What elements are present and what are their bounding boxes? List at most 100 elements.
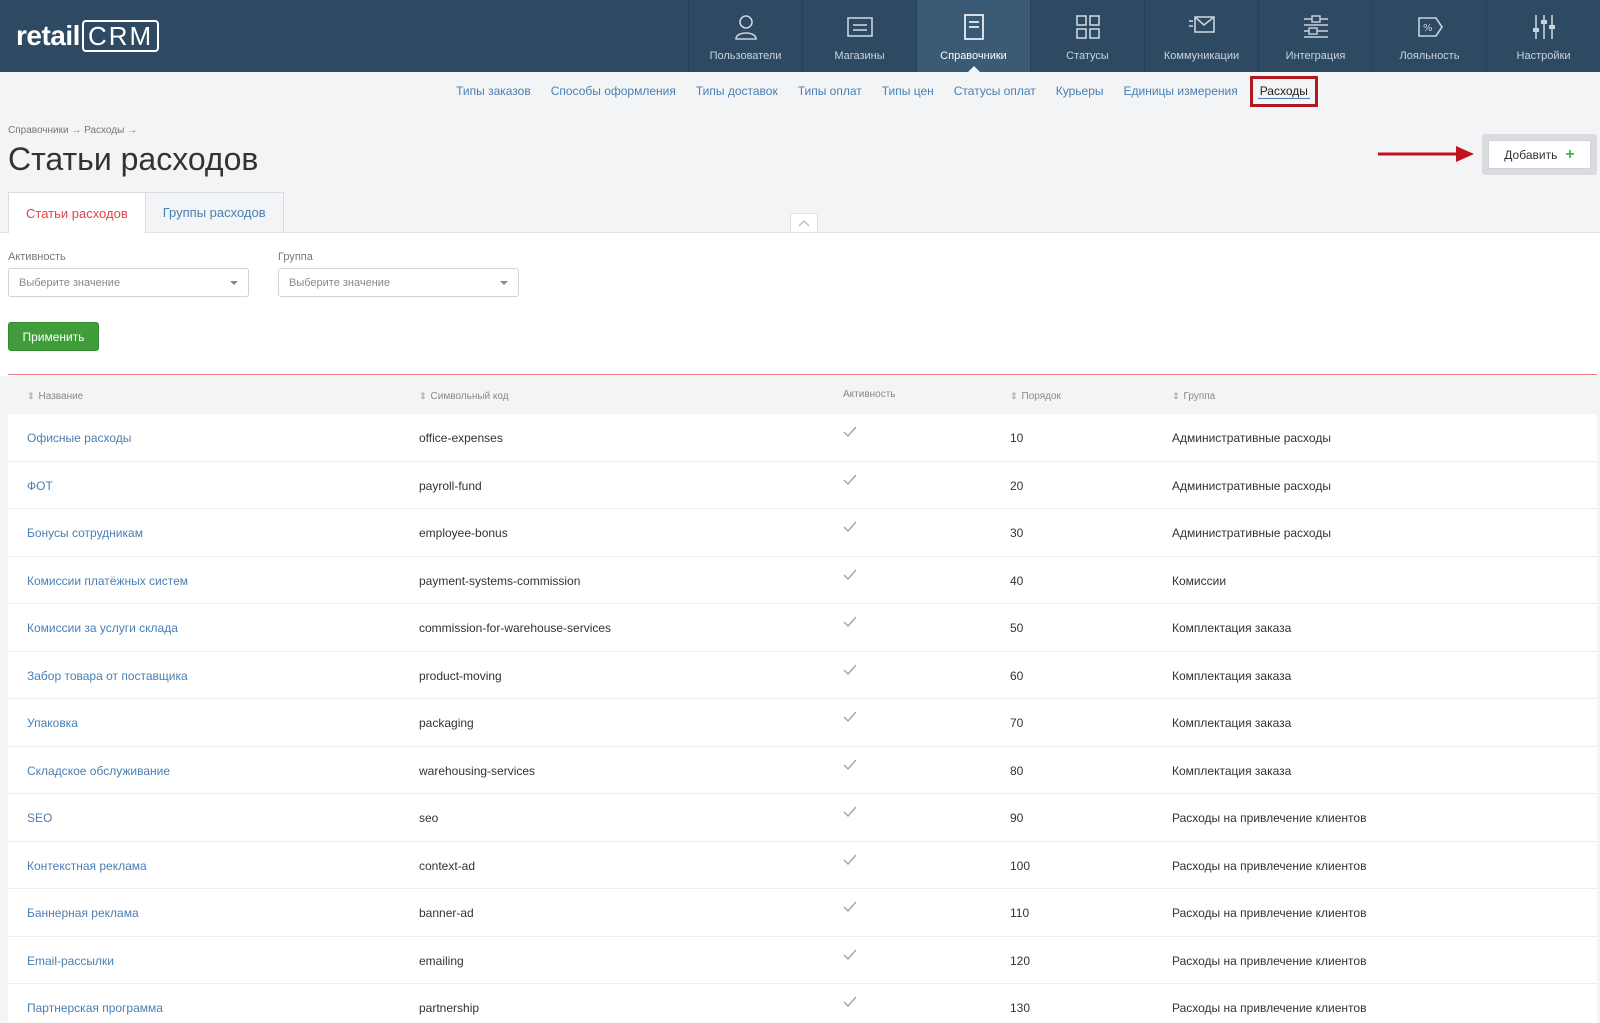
page-title: Статьи расходов [8, 141, 259, 177]
communications-icon [1188, 16, 1215, 33]
expense-name-link[interactable]: Бонусы сотрудникам [27, 526, 143, 540]
nav-item-statuses[interactable]: Статусы [1030, 0, 1144, 72]
tabs: Статьи расходов Группы расходов [8, 192, 284, 233]
nav-item-loyalty[interactable]: % Лояльность [1372, 0, 1486, 72]
retailcrm-logo[interactable]: retail CRM [16, 18, 160, 54]
expense-name-link[interactable]: Комиссии за услуги склада [27, 621, 178, 635]
expense-order: 50 [1010, 621, 1024, 635]
subnav-link[interactable]: Статусы оплат [954, 84, 1036, 98]
active-check-icon [843, 521, 857, 536]
nav-item-label: Магазины [834, 50, 885, 62]
user-icon [734, 15, 757, 40]
loyalty-icon: % [1417, 17, 1443, 37]
active-check-icon [843, 664, 857, 679]
active-check-icon [843, 996, 857, 1011]
subnav-link[interactable]: Расходы [1249, 75, 1318, 107]
nav-item-label: Пользователи [709, 50, 782, 62]
expense-name-link[interactable]: Складское обслуживание [27, 764, 170, 778]
expense-group: Расходы на привлечение клиентов [1172, 858, 1367, 873]
nav-item-store[interactable]: Магазины [802, 0, 916, 72]
nav-item-label: Лояльность [1399, 50, 1460, 62]
subnav-link[interactable]: Единицы измерения [1124, 84, 1238, 98]
table-header: ⇕ Название ⇕ Символьный код Активность ⇕ По… [8, 380, 1597, 414]
expense-name-link[interactable]: Контекстная реклама [27, 859, 147, 873]
subnav-links: Типы заказов Способы оформления Типы доста… [456, 75, 1318, 107]
column-header-order-label: Порядок [1021, 391, 1061, 402]
expense-code: warehousing-services [419, 763, 536, 778]
column-header-order[interactable]: ⇕ Порядок [1010, 391, 1061, 402]
expense-name-link[interactable]: Забор товара от поставщика [27, 669, 188, 683]
tab-expense-items[interactable]: Статьи расходов [8, 192, 146, 233]
column-header-group-label: Группа [1183, 391, 1216, 402]
table-row: Email-рассылки emailing 120 Расходы на прив… [8, 936, 1597, 984]
settings-sliders-icon [1532, 15, 1555, 39]
column-header-name[interactable]: ⇕ Название [27, 391, 83, 402]
nav-item-communications[interactable]: Коммуникации [1144, 0, 1258, 72]
active-check-icon [843, 759, 857, 774]
activity-select[interactable]: Выберите значение [8, 268, 249, 297]
nav-item-user[interactable]: Пользователи [688, 0, 802, 72]
group-select[interactable]: Выберите значение [278, 268, 519, 297]
expense-group: Расходы на привлечение клиентов [1172, 1001, 1367, 1015]
active-check-icon [843, 711, 857, 726]
subnav-link[interactable]: Типы заказов [456, 84, 531, 98]
filter-panel: Активность Выберите значение Группа Выбе… [0, 232, 1600, 376]
expense-code: packaging [419, 716, 474, 730]
expense-group: Расходы на привлечение клиентов [1172, 953, 1367, 968]
subnav-link[interactable]: Типы цен [882, 84, 934, 98]
column-header-active: Активность [843, 389, 896, 400]
subnav-link[interactable]: Курьеры [1056, 84, 1104, 98]
nav-item-settings-sliders[interactable]: Настройки [1486, 0, 1600, 72]
column-header-name-label: Название [38, 391, 84, 402]
table-row: Бонусы сотрудникам employee-bonus 30 Админи… [8, 509, 1597, 557]
expense-name-link[interactable]: Партнерская программа [27, 1001, 163, 1015]
subnav-link[interactable]: Способы оформления [551, 84, 676, 98]
subnav-link[interactable]: Типы доставок [696, 84, 778, 98]
expense-code: emailing [419, 953, 464, 968]
chevron-down-icon [230, 281, 238, 285]
expense-code: office-expenses [419, 431, 503, 445]
apply-filter-button[interactable]: Применить [8, 322, 99, 351]
expense-name-link[interactable]: SEO [27, 811, 52, 825]
nav-item-label: Интеграция [1285, 50, 1346, 62]
integration-icon [1303, 15, 1328, 38]
statuses-icon [1075, 15, 1100, 39]
expense-group: Административные расходы [1172, 478, 1331, 493]
subnav-link[interactable]: Типы оплат [798, 84, 862, 98]
expense-name-link[interactable]: Офисные расходы [27, 431, 131, 445]
tab-expense-groups[interactable]: Группы расходов [144, 192, 284, 232]
table-row: Комиссии платёжных систем payment-systems… [8, 556, 1597, 604]
expense-name-link[interactable]: Email-рассылки [27, 954, 114, 968]
add-button[interactable]: Добавить + [1488, 140, 1591, 169]
nav-item-reference-book[interactable]: Справочники [916, 0, 1030, 72]
expense-code: payment-systems-commission [419, 573, 581, 588]
nav-item-label: Справочники [940, 50, 1007, 62]
filter-divider [8, 374, 1597, 375]
activity-filter-label: Активность [8, 251, 66, 263]
expense-code: seo [419, 811, 439, 825]
breadcrumb[interactable]: Справочники → Расходы → [8, 125, 137, 136]
expense-name-link[interactable]: ФОТ [27, 479, 53, 493]
expense-group: Комплектация заказа [1172, 716, 1292, 730]
expense-code: payroll-fund [419, 478, 482, 493]
chevron-down-icon [500, 281, 508, 285]
active-check-icon [843, 854, 857, 869]
plus-icon: + [1565, 145, 1575, 163]
add-button-highlight: Добавить + [1482, 134, 1597, 175]
expense-order: 120 [1010, 953, 1031, 968]
table-row: ФОТ payroll-fund 20 Административные расход… [8, 461, 1597, 509]
table-row: Баннерная реклама banner-ad 110 Расходы на … [8, 889, 1597, 937]
store-icon [846, 17, 873, 37]
expense-code: banner-ad [419, 906, 474, 920]
expense-group: Расходы на привлечение клиентов [1172, 811, 1367, 825]
expense-name-link[interactable]: Комиссии платёжных систем [27, 574, 188, 588]
column-header-code[interactable]: ⇕ Символьный код [419, 391, 509, 402]
logo-crm-text: CRM [81, 20, 160, 52]
expense-code: employee-bonus [419, 526, 508, 540]
expense-name-link[interactable]: Баннерная реклама [27, 906, 139, 920]
nav-item-integration[interactable]: Интеграция [1258, 0, 1372, 72]
collapse-filters-button[interactable] [790, 213, 818, 232]
expense-name-link[interactable]: Упаковка [27, 716, 78, 730]
group-select-placeholder: Выберите значение [289, 276, 391, 289]
column-header-group[interactable]: ⇕ Группа [1172, 391, 1215, 402]
